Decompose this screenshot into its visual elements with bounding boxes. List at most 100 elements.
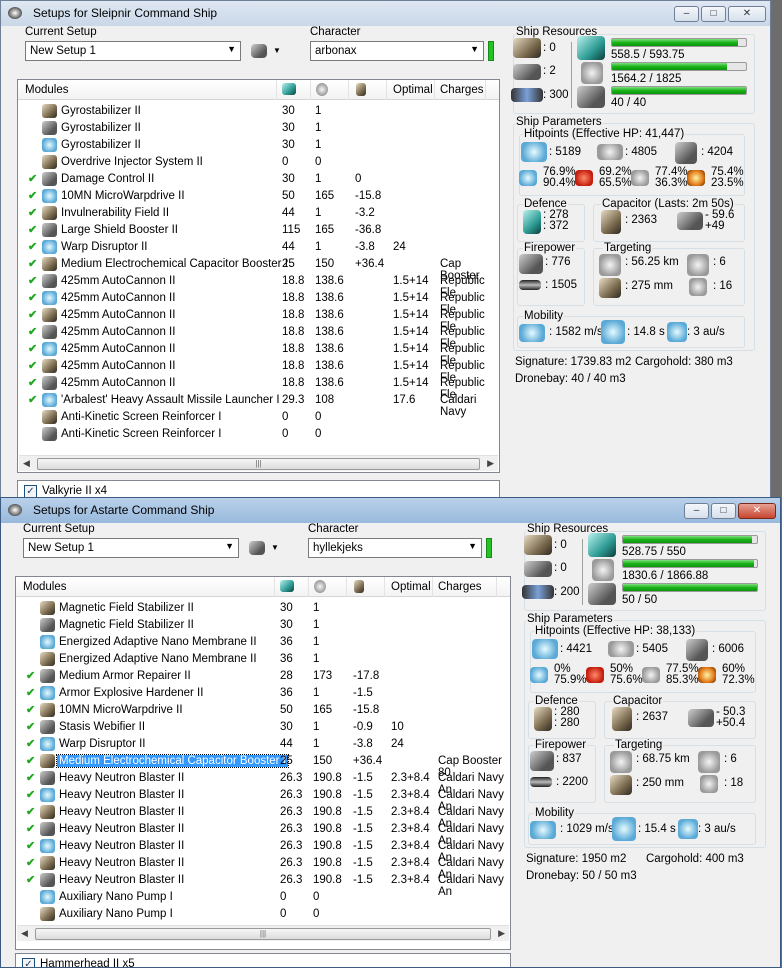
active-checkmark-icon[interactable]: ✔ (28, 376, 37, 389)
active-checkmark-icon[interactable]: ✔ (26, 822, 35, 835)
module-row[interactable]: ✔ Heavy Neutron Blaster II 26.3 190.8 -1.5 2.… (16, 838, 510, 864)
active-checkmark-icon[interactable]: ✔ (28, 308, 37, 321)
module-row[interactable]: ✔ 425mm AutoCannon II 18.8 138.6 1.5+14 Repub… (18, 307, 499, 333)
module-row[interactable]: ✔ Invulnerability Field II 44 1 -3.2 (18, 205, 499, 222)
active-checkmark-icon[interactable]: ✔ (28, 325, 37, 338)
powergrid-column-icon[interactable] (314, 580, 326, 593)
module-row[interactable]: ✔ 'Arbalest' Heavy Assault Missile Launch… (18, 392, 499, 418)
active-checkmark-icon[interactable]: ✔ (26, 839, 35, 852)
horizontal-scrollbar[interactable]: ◀ ||| ▶ (17, 925, 509, 941)
module-row[interactable]: Magnetic Field Stabilizer II 30 1 (16, 600, 510, 617)
scroll-right-arrow[interactable]: ▶ (487, 458, 494, 469)
active-checkmark-icon[interactable]: ✔ (26, 873, 35, 886)
column-header-modules[interactable]: Modules (23, 581, 66, 597)
column-divider[interactable] (496, 577, 497, 597)
active-checkmark-icon[interactable]: ✔ (26, 737, 35, 750)
active-checkmark-icon[interactable]: ✔ (26, 686, 35, 699)
module-row[interactable]: ✔ 425mm AutoCannon II 18.8 138.6 1.5+14 Repub… (18, 273, 499, 299)
active-checkmark-icon[interactable]: ✔ (26, 720, 35, 733)
column-divider[interactable] (485, 80, 486, 100)
column-divider[interactable] (434, 80, 435, 100)
drones-list[interactable]: ✓ Hammerhead II x5 (15, 953, 511, 967)
module-row[interactable]: ✔ 425mm AutoCannon II 18.8 138.6 1.5+14 Repub… (18, 341, 499, 367)
active-checkmark-icon[interactable]: ✔ (28, 393, 37, 406)
column-header-optimal[interactable]: Optimal (393, 84, 433, 100)
close-button[interactable]: ✕ (728, 6, 766, 22)
scrollbar-thumb[interactable]: ||| (35, 928, 491, 940)
maximize-button[interactable]: □ (711, 503, 736, 519)
module-row[interactable]: Auxiliary Nano Pump I 0 0 (16, 889, 510, 906)
module-row[interactable]: Energized Adaptive Nano Membrane II 36 1 (16, 634, 510, 651)
close-button[interactable]: ✕ (738, 503, 776, 519)
active-checkmark-icon[interactable]: ✔ (28, 223, 37, 236)
active-checkmark-icon[interactable]: ✔ (26, 771, 35, 784)
module-row[interactable]: Gyrostabilizer II 30 1 (18, 120, 499, 137)
minimize-button[interactable]: – (674, 6, 699, 22)
module-row[interactable]: ✔ Heavy Neutron Blaster II 26.3 190.8 -1.5 2.… (16, 770, 510, 796)
active-checkmark-icon[interactable]: ✔ (26, 856, 35, 869)
module-row[interactable]: Auxiliary Nano Pump I 0 0 (16, 906, 510, 923)
module-row[interactable]: ✔ 10MN MicroWarpdrive II 50 165 -15.8 (16, 702, 510, 719)
modules-list[interactable]: Modules Optimal Charges Magnetic Field Stab… (15, 576, 511, 950)
active-checkmark-icon[interactable]: ✔ (26, 703, 35, 716)
module-row[interactable]: Energized Adaptive Nano Membrane II 36 1 (16, 651, 510, 668)
capacitor-column-icon[interactable] (354, 580, 364, 593)
module-row[interactable]: ✔ Warp Disruptor II 44 1 -3.8 24 (18, 239, 499, 256)
active-checkmark-icon[interactable]: ✔ (28, 240, 37, 253)
capacitor-column-icon[interactable] (356, 83, 366, 96)
setup-dropdown[interactable]: New Setup 1 ▼ (23, 538, 239, 558)
module-row[interactable]: ✔ Warp Disruptor II 44 1 -3.8 24 (16, 736, 510, 753)
character-dropdown[interactable]: hyllekjeks ▼ (308, 538, 482, 558)
module-row[interactable]: ✔ Heavy Neutron Blaster II 26.3 190.8 -1.5 2.… (16, 821, 510, 847)
module-row[interactable]: ✔ 425mm AutoCannon II 18.8 138.6 1.5+14 Repub… (18, 375, 499, 401)
module-row[interactable]: ✔ 425mm AutoCannon II 18.8 138.6 1.5+14 Repub… (18, 290, 499, 316)
column-divider[interactable] (386, 80, 387, 100)
column-divider[interactable] (310, 80, 311, 100)
active-checkmark-icon[interactable]: ✔ (26, 805, 35, 818)
ship-fitting-menu-button[interactable]: ▼ (249, 540, 281, 558)
module-row[interactable]: ✔ Medium Electrochemical Capacitor Booste… (18, 256, 499, 282)
module-row[interactable]: ✔ Damage Control II 30 1 0 (18, 171, 499, 188)
column-divider[interactable] (432, 577, 433, 597)
module-row[interactable]: ✔ Stasis Webifier II 30 1 -0.9 10 (16, 719, 510, 736)
module-row[interactable]: Overdrive Injector System II 0 0 (18, 154, 499, 171)
active-checkmark-icon[interactable]: ✔ (28, 189, 37, 202)
module-row[interactable]: ✔ Heavy Neutron Blaster II 26.3 190.8 -1.5 2.… (16, 872, 510, 898)
module-row[interactable]: ✔ 425mm AutoCannon II 18.8 138.6 1.5+14 Repub… (18, 358, 499, 384)
column-divider[interactable] (276, 80, 277, 100)
horizontal-scrollbar[interactable]: ◀ ||| ▶ (19, 455, 498, 471)
character-dropdown[interactable]: arbonax ▼ (310, 41, 484, 61)
cpu-column-icon[interactable] (282, 83, 296, 95)
active-checkmark-icon[interactable]: ✔ (26, 754, 35, 767)
scroll-right-arrow[interactable]: ▶ (498, 928, 505, 939)
title-bar[interactable]: Setups for Sleipnir Command Ship – □ ✕ (1, 1, 770, 26)
scroll-left-arrow[interactable]: ◀ (23, 458, 30, 469)
module-row[interactable]: Gyrostabilizer II 30 1 (18, 137, 499, 154)
module-row[interactable]: Anti-Kinetic Screen Reinforcer I 0 0 (18, 426, 499, 443)
module-row[interactable]: ✔ Heavy Neutron Blaster II 26.3 190.8 -1.5 2.… (16, 804, 510, 830)
column-header-charges[interactable]: Charges (438, 581, 481, 597)
module-row[interactable]: ✔ Medium Electrochemical Capacitor Booste… (16, 753, 510, 779)
modules-list[interactable]: Modules Optimal Charges Gyrostabilizer II 30… (17, 79, 500, 473)
powergrid-column-icon[interactable] (316, 83, 328, 96)
column-header-modules[interactable]: Modules (25, 84, 68, 100)
column-divider[interactable] (274, 577, 275, 597)
module-row[interactable]: ✔ 10MN MicroWarpdrive II 50 165 -15.8 (18, 188, 499, 205)
module-row[interactable]: ✔ Large Shield Booster II 115 165 -36.8 (18, 222, 499, 239)
active-checkmark-icon[interactable]: ✔ (26, 788, 35, 801)
module-row[interactable]: ✔ Heavy Neutron Blaster II 26.3 190.8 -1.5 2.… (16, 855, 510, 881)
active-checkmark-icon[interactable]: ✔ (28, 274, 37, 287)
setup-dropdown[interactable]: New Setup 1 ▼ (25, 41, 241, 61)
column-divider[interactable] (346, 577, 347, 597)
column-divider[interactable] (308, 577, 309, 597)
module-row[interactable]: Anti-Kinetic Screen Reinforcer I 0 0 (18, 409, 499, 426)
minimize-button[interactable]: – (684, 503, 709, 519)
title-bar[interactable]: Setups for Astarte Command Ship – □ ✕ (1, 498, 780, 523)
scroll-left-arrow[interactable]: ◀ (21, 928, 28, 939)
ship-fitting-menu-button[interactable]: ▼ (251, 43, 283, 61)
active-checkmark-icon[interactable]: ✔ (28, 172, 37, 185)
active-checkmark-icon[interactable]: ✔ (28, 206, 37, 219)
active-checkmark-icon[interactable]: ✔ (28, 257, 37, 270)
column-divider[interactable] (384, 577, 385, 597)
module-row[interactable]: ✔ Heavy Neutron Blaster II 26.3 190.8 -1.5 2.… (16, 787, 510, 813)
